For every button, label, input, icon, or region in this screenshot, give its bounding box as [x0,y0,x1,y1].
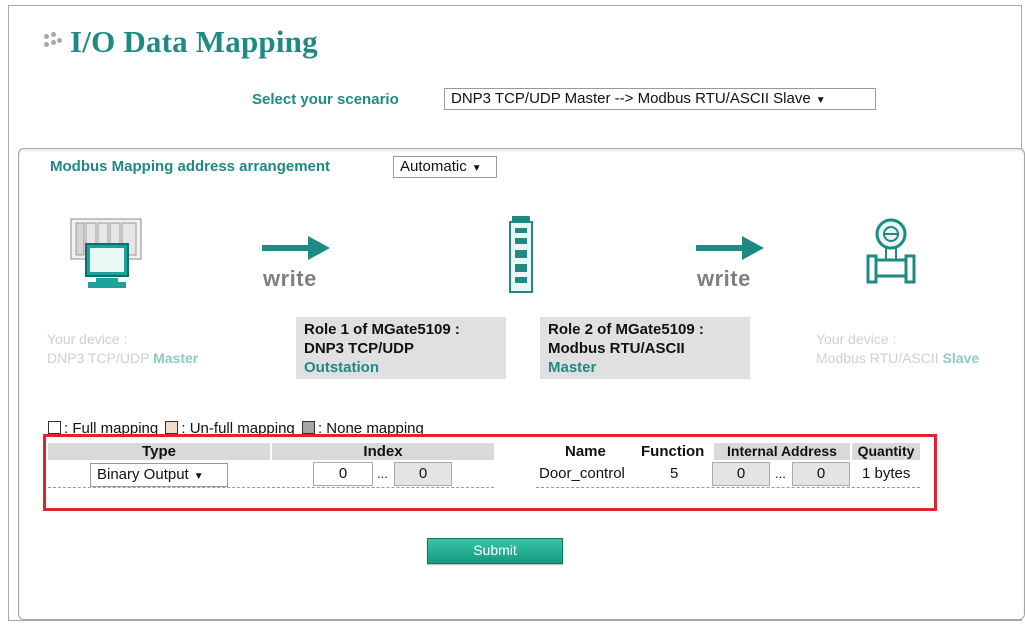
arrangement-select[interactable]: Automatic ▼ [393,156,497,178]
right-device-line2: Modbus RTU/ASCII [816,350,939,366]
scenario-select-value: DNP3 TCP/UDP Master --> Modbus RTU/ASCII… [451,90,811,107]
role2-role: Master [548,359,597,376]
left-device-line2: DNP3 TCP/UDP [47,350,150,366]
role2-box: Role 2 of MGate5109 : Modbus RTU/ASCII M… [540,317,750,379]
write-label-1: write [263,266,317,291]
chevron-down-icon: ▼ [815,95,826,106]
role2-line1: Role 2 of MGate5109 : [548,321,704,338]
scenario-label: Select your scenario [252,91,399,108]
role1-line2: DNP3 TCP/UDP [304,340,415,357]
title-dots-icon [44,32,68,52]
chevron-down-icon: ▼ [471,163,482,174]
role1-role: Outstation [304,359,379,376]
computer-icon [70,218,142,288]
left-device-text: Your device : DNP3 TCP/UDP Master [47,330,198,368]
write-label-2: write [697,266,751,291]
role1-line1: Role 1 of MGate5109 : [304,321,460,338]
flow-meter-icon [866,218,916,284]
left-device-line1: Your device : [47,331,128,347]
role1-box: Role 1 of MGate5109 : DNP3 TCP/UDP Outst… [296,317,506,379]
right-device-role: Slave [942,350,980,366]
role2-line2: Modbus RTU/ASCII [548,340,685,357]
page-title: I/O Data Mapping [70,24,318,59]
left-device-role: Master [153,350,199,366]
unfull-mapping-swatch [165,421,179,434]
arrow-right-icon [262,236,330,260]
arrangement-label: Modbus Mapping address arrangement [50,158,331,175]
right-device-line1: Your device : [816,331,897,347]
full-mapping-swatch [48,421,61,434]
scenario-select[interactable]: DNP3 TCP/UDP Master --> Modbus RTU/ASCII… [444,88,876,110]
arrangement-select-value: Automatic [400,158,467,175]
submit-button[interactable]: Submit [427,538,563,564]
right-device-text: Your device : Modbus RTU/ASCII Slave [816,330,979,368]
none-mapping-swatch [301,421,315,434]
gateway-device-icon [509,216,533,293]
arrow-right-icon [696,236,764,260]
highlight-box [43,434,937,511]
